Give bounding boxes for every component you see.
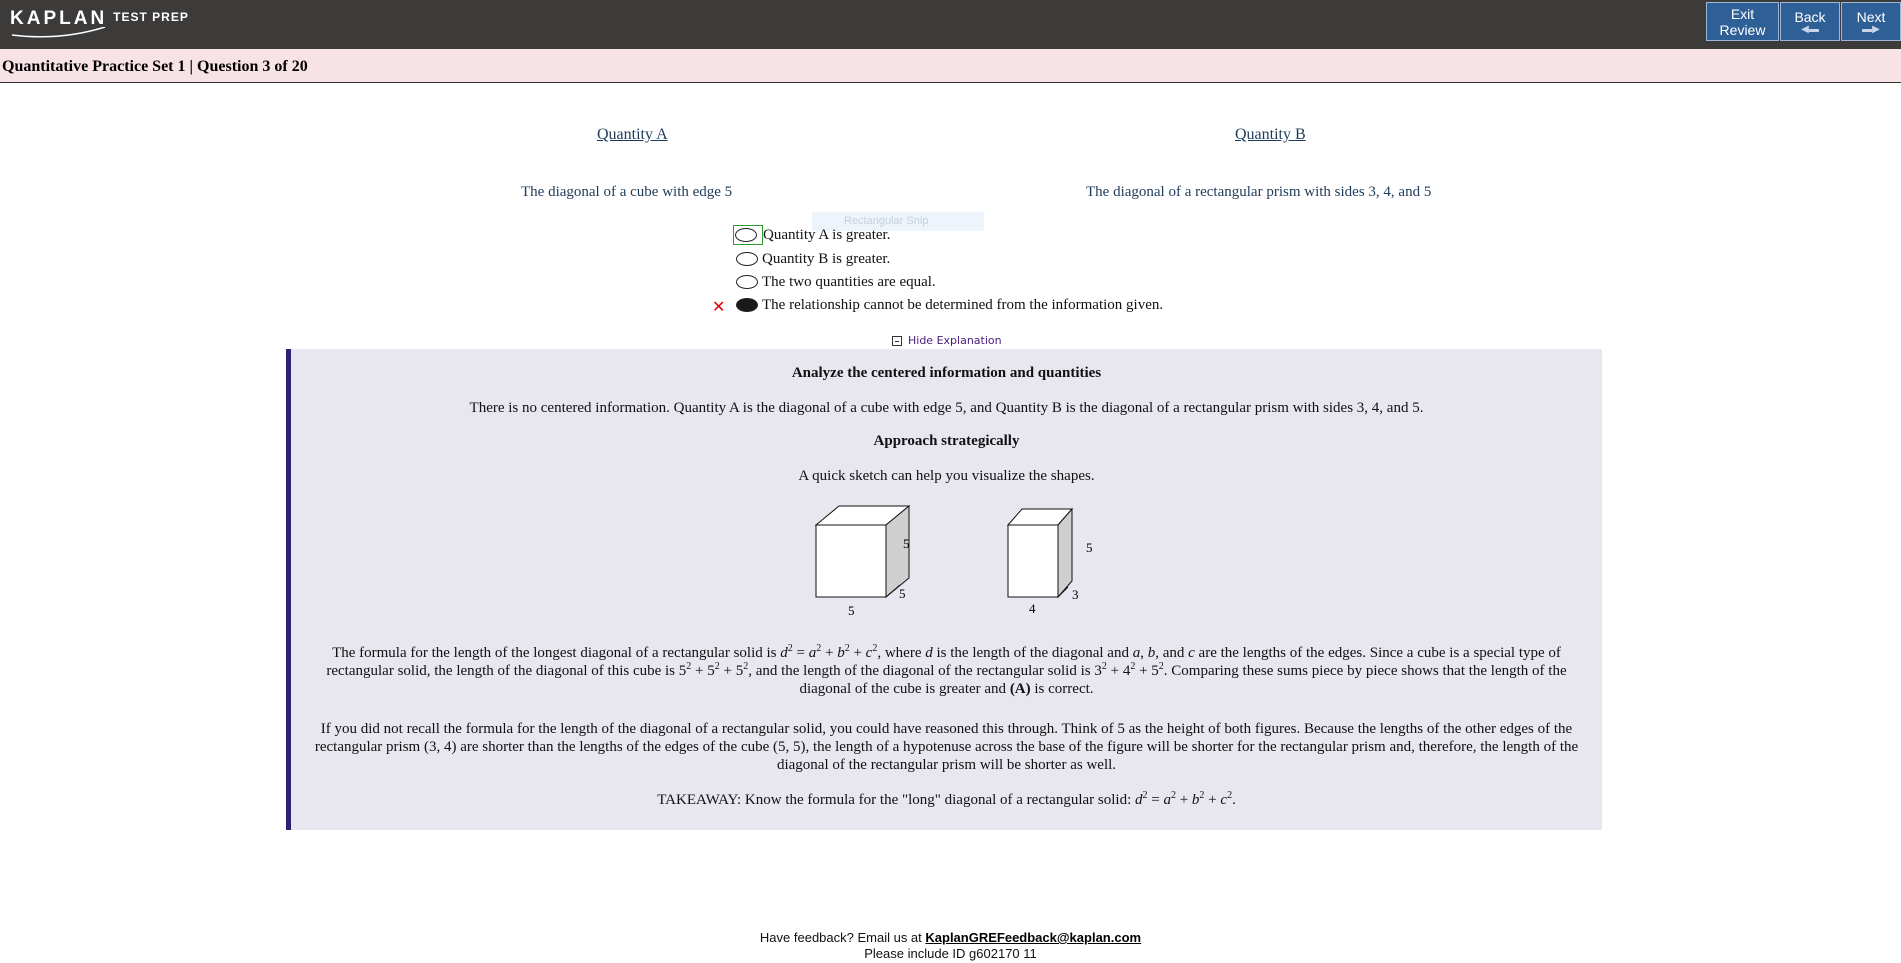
shapes-figure: 5 5 5 5 3 4 [291,501,1602,621]
quantity-b-heading: Quantity B [1235,126,1306,143]
cube-depth-label: 5 [899,586,906,601]
question-title-bar: Quantitative Practice Set 1 | Question 3… [0,49,1901,83]
explanation-paragraph-2: A quick sketch can help you visualize th… [798,468,1095,484]
quantity-a-heading: Quantity A [597,126,668,143]
radio-choice-a[interactable] [735,228,757,242]
collapse-icon [892,335,902,346]
prism-depth-label: 3 [1072,587,1079,602]
quantity-a-text: The diagonal of a cube with edge 5 [521,184,733,200]
radio-choice-c[interactable] [736,275,758,289]
prism-sketch [1006,507,1074,599]
logo-swoosh-icon [11,27,106,38]
explanation-heading-1: Analyze the centered information and qua… [791,365,1102,381]
quantity-b-text: The diagonal of a rectangular prism with… [1086,184,1432,200]
choice-c[interactable]: The two quantities are equal. [736,271,936,293]
cube-side-label: 5 [903,536,910,551]
prism-bottom-label: 4 [1029,601,1036,616]
exit-review-button[interactable]: Exit Review [1706,2,1779,41]
next-button[interactable]: Next ▬▶ [1841,2,1901,41]
cube-bottom-label: 5 [848,603,855,618]
radio-choice-d[interactable] [736,298,758,312]
back-arrow-icon: ◀▬ [1801,23,1819,35]
cube-sketch [814,504,911,599]
explanation-paragraph-3: The formula for the length of the longes… [326,643,1567,698]
nav-buttons: Exit Review Back ◀▬ Next ▬▶ [1705,2,1901,41]
top-bar: KAPLAN TEST PREP Exit Review Back ◀▬ Next… [0,0,1901,49]
explanation-panel: Analyze the centered information and qua… [286,349,1602,830]
back-button[interactable]: Back ◀▬ [1780,2,1840,41]
question-id-text: Please include ID g602170 11 [864,946,1037,961]
explanation-heading-2: Approach strategically [873,433,1020,449]
choice-d[interactable]: The relationship cannot be determined fr… [736,294,1163,316]
cube-and-prism-sketch: 5 5 5 5 3 4 [814,504,1093,618]
choice-a[interactable]: Quantity A is greater. [733,224,890,246]
explanation-paragraph-1: There is no centered information. Quanti… [469,400,1424,416]
radio-choice-b[interactable] [736,252,758,266]
page-title: Quantitative Practice Set 1 | Question 3… [2,58,308,75]
explanation-paragraph-4: If you did not recall the formula for th… [314,721,1579,773]
prism-side-label: 5 [1086,540,1093,555]
hide-explanation-toggle[interactable]: Hide Explanation [892,334,1002,347]
feedback-email-link[interactable]: KaplanGREFeedback@kaplan.com [925,930,1141,945]
choice-b[interactable]: Quantity B is greater. [736,248,890,270]
incorrect-x-icon: ✕ [712,297,726,316]
next-arrow-icon: ▬▶ [1862,23,1880,35]
takeaway-text: TAKEAWAY: Know the formula for the "long… [657,790,1236,809]
feedback-footer: Have feedback? Email us at KaplanGREFeed… [0,930,1901,962]
